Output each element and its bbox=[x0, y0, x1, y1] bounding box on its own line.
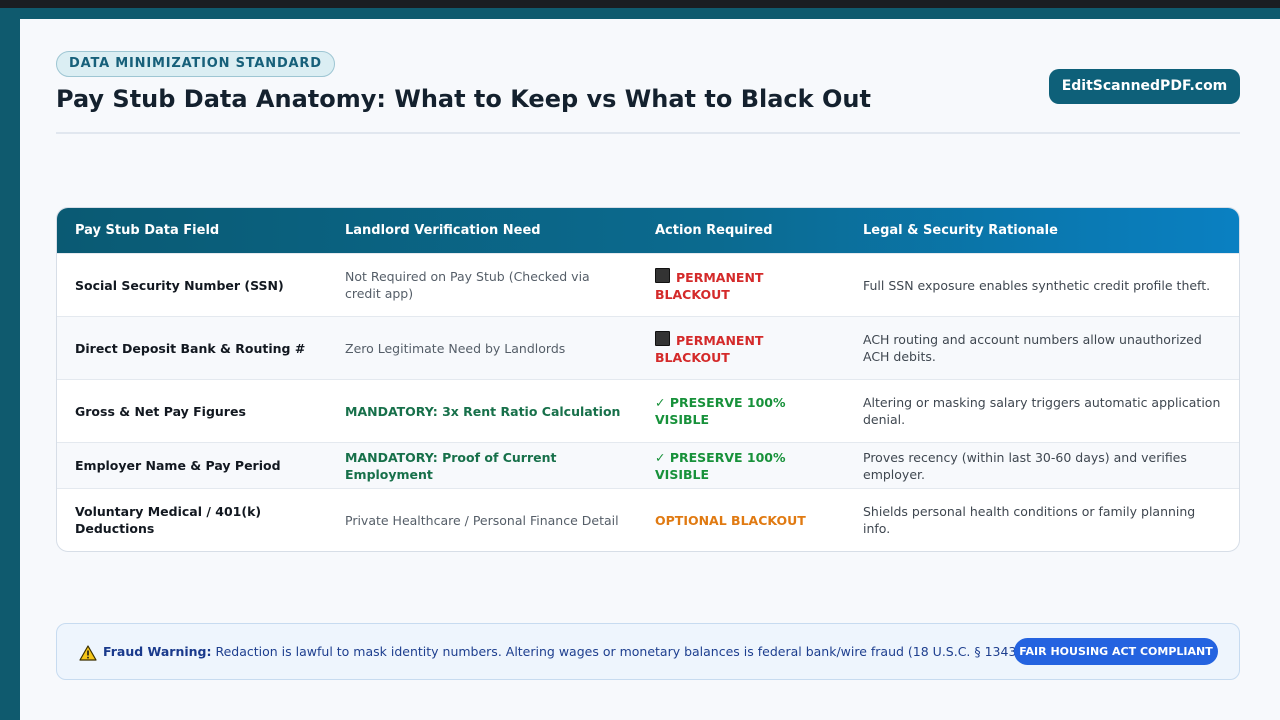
row-rationale: Altering or masking salary triggers auto… bbox=[845, 379, 1239, 443]
page-title: Pay Stub Data Anatomy: What to Keep vs W… bbox=[56, 85, 871, 113]
row-rationale: Full SSN exposure enables synthetic cred… bbox=[845, 253, 1239, 317]
row-action-label: ✓ PRESERVE 100% VISIBLE bbox=[655, 395, 786, 427]
table-header-row: Pay Stub Data Field Landlord Verificatio… bbox=[57, 208, 1239, 254]
row-action: ✓ PRESERVE 100% VISIBLE bbox=[637, 379, 845, 443]
row-need: MANDATORY: 3x Rent Ratio Calculation bbox=[327, 379, 637, 443]
table-row: Social Security Number (SSN) Not Require… bbox=[57, 253, 1239, 317]
row-field: Direct Deposit Bank & Routing # bbox=[57, 316, 327, 380]
infographic-card: DATA MINIMIZATION STANDARD Pay Stub Data… bbox=[20, 19, 1280, 720]
category-badge: DATA MINIMIZATION STANDARD bbox=[56, 51, 335, 77]
row-field: Voluntary Medical / 401(k) Deductions bbox=[57, 488, 327, 551]
row-need: MANDATORY: Proof of Current Employment bbox=[327, 442, 637, 489]
brand-button[interactable]: EditScannedPDF.com bbox=[1049, 69, 1240, 104]
black-square-icon bbox=[655, 330, 670, 346]
row-need: Not Required on Pay Stub (Checked via cr… bbox=[327, 253, 637, 317]
table-row: Gross & Net Pay Figures MANDATORY: 3x Re… bbox=[57, 379, 1239, 443]
row-need: Zero Legitimate Need by Landlords bbox=[327, 316, 637, 380]
row-rationale: Proves recency (within last 30-60 days) … bbox=[845, 442, 1239, 489]
row-action: OPTIONAL BLACKOUT bbox=[637, 488, 845, 551]
black-square-icon bbox=[655, 267, 670, 283]
warning-label: Fraud Warning: bbox=[102, 644, 212, 659]
row-field: Gross & Net Pay Figures bbox=[57, 379, 327, 443]
row-action: PERMANENT BLACKOUT bbox=[637, 253, 845, 317]
header-need: Landlord Verification Need bbox=[345, 223, 541, 238]
header-field: Pay Stub Data Field bbox=[75, 223, 220, 238]
row-need: Private Healthcare / Personal Finance De… bbox=[327, 488, 637, 551]
row-field: Social Security Number (SSN) bbox=[57, 253, 327, 317]
row-action: PERMANENT BLACKOUT bbox=[637, 316, 845, 380]
warning-body: Redaction is lawful to mask identity num… bbox=[215, 644, 1062, 659]
warning-text: Fraud Warning: Redaction is lawful to ma… bbox=[79, 624, 1061, 679]
row-action-label: ✓ PRESERVE 100% VISIBLE bbox=[655, 449, 786, 482]
window-top-border bbox=[0, 0, 1280, 8]
fraud-warning-banner: Fraud Warning: Redaction is lawful to ma… bbox=[56, 623, 1240, 680]
header-action: Action Required bbox=[655, 223, 773, 238]
warning-icon bbox=[79, 644, 97, 661]
header-rationale: Legal & Security Rationale bbox=[863, 223, 1058, 238]
row-action-label: PERMANENT BLACKOUT bbox=[655, 269, 764, 302]
table-row: Voluntary Medical / 401(k) Deductions Pr… bbox=[57, 488, 1239, 551]
row-rationale: ACH routing and account numbers allow un… bbox=[845, 316, 1239, 380]
table-row: Employer Name & Pay Period MANDATORY: Pr… bbox=[57, 442, 1239, 489]
row-action: ✓ PRESERVE 100% VISIBLE bbox=[637, 442, 845, 489]
compliance-badge: FAIR HOUSING ACT COMPLIANT bbox=[1014, 638, 1218, 665]
data-table: Pay Stub Data Field Landlord Verificatio… bbox=[56, 207, 1240, 552]
row-action-label: OPTIONAL BLACKOUT bbox=[655, 512, 806, 528]
title-divider bbox=[56, 132, 1240, 134]
row-action-label: PERMANENT BLACKOUT bbox=[655, 332, 764, 365]
row-rationale: Shields personal health conditions or fa… bbox=[845, 488, 1239, 551]
table-row: Direct Deposit Bank & Routing # Zero Leg… bbox=[57, 316, 1239, 380]
row-field: Employer Name & Pay Period bbox=[57, 442, 327, 489]
